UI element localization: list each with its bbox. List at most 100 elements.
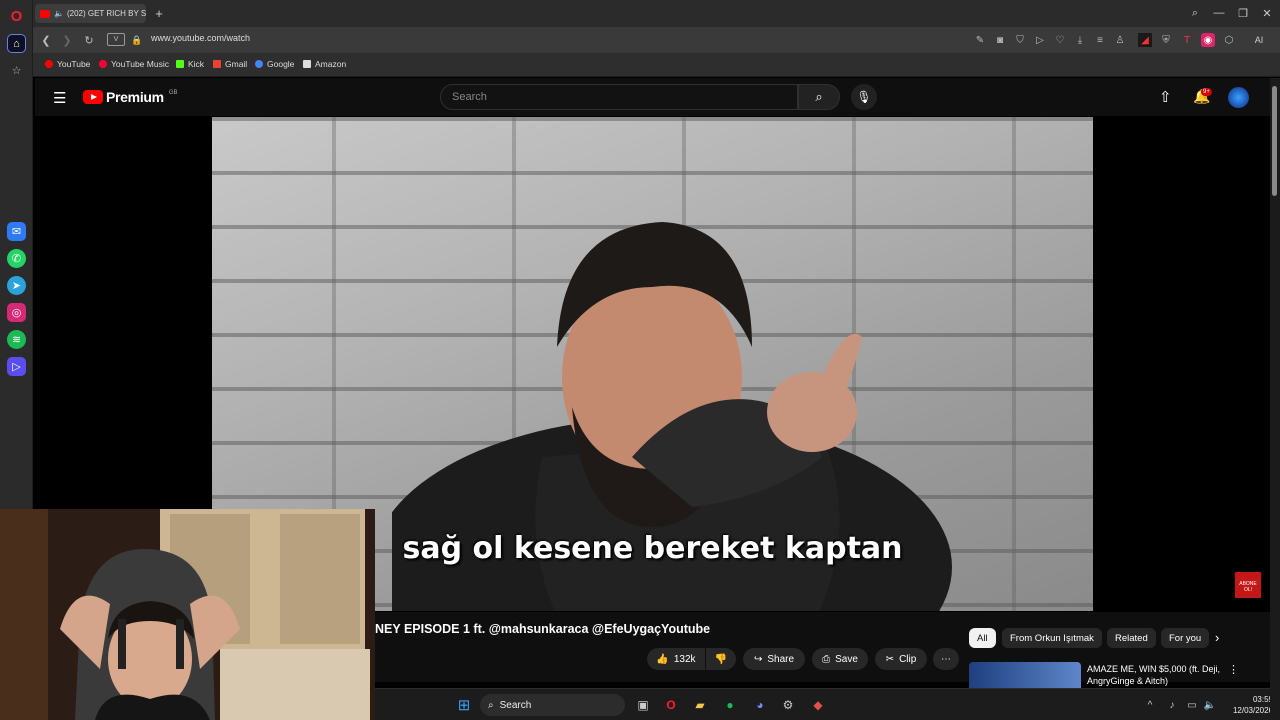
youtube-header: ☰ Premium GB Search ⌕ 🎙 ⇧ 🔔 9+: [35, 78, 1270, 116]
close-icon[interactable]: ✕: [1256, 4, 1278, 22]
avatar[interactable]: [1228, 87, 1249, 108]
download-icon[interactable]: ⤓: [1073, 33, 1087, 47]
telegram-icon[interactable]: ➤: [7, 276, 26, 295]
edit-icon[interactable]: ✎: [973, 33, 987, 47]
webcam-overlay: [0, 509, 375, 720]
chip-for-you[interactable]: For you: [1161, 628, 1210, 648]
upload-icon[interactable]: ⇧: [1159, 88, 1172, 106]
scrollbar-thumb[interactable]: [1272, 86, 1277, 196]
menu-icon[interactable]: ≡: [1093, 33, 1107, 47]
url-field[interactable]: www.youtube.com/watch: [151, 33, 250, 43]
system-clock[interactable]: 03:59 12/03/2026: [1225, 694, 1273, 716]
spotify-taskbar-icon[interactable]: ●: [721, 696, 739, 714]
kick-icon: [176, 60, 184, 68]
minimize-icon[interactable]: —: [1208, 4, 1230, 22]
extension-tp-icon[interactable]: T: [1180, 33, 1194, 47]
bookmark-label: Google: [267, 59, 295, 69]
whatsapp-icon[interactable]: ✆: [7, 249, 26, 268]
bookmark-label: Gmail: [225, 59, 248, 69]
extension-shield-icon[interactable]: ⛨: [1159, 33, 1173, 47]
discord-taskbar-icon[interactable]: ◕: [751, 696, 769, 714]
home-icon[interactable]: ⌂: [7, 34, 26, 53]
bookmark-gmail[interactable]: Gmail: [213, 59, 247, 69]
instagram-icon[interactable]: ◎: [7, 303, 26, 322]
settings-taskbar-icon[interactable]: ⚙: [779, 696, 797, 714]
new-tab-icon[interactable]: +: [148, 4, 170, 22]
save-button[interactable]: ⎙ Save: [812, 648, 868, 670]
address-bar: ❮ ❯ ↻ V 🔒 www.youtube.com/watch ✎ ◙ ⛉ ▷ …: [33, 27, 1280, 53]
recommended-menu-icon[interactable]: ⋮: [1228, 663, 1239, 676]
google-icon: [255, 60, 263, 68]
recommended-title[interactable]: AMAZE ME, WIN $5,000 (ft. Deji, AngryGin…: [1087, 663, 1227, 687]
star-icon[interactable]: ☆: [7, 61, 26, 80]
notification-badge: 9+: [1201, 88, 1212, 96]
bookmark-youtube[interactable]: YouTube: [45, 59, 90, 69]
extension-pink-icon[interactable]: ◉: [1201, 33, 1215, 47]
clock-time: 03:59: [1252, 695, 1273, 704]
like-button[interactable]: 👍 132k: [647, 648, 705, 670]
logo-text: Premium: [106, 89, 164, 105]
subscribe-watermark[interactable]: ABONE OL!: [1235, 572, 1261, 598]
opera-logo-icon[interactable]: O: [7, 7, 26, 26]
country-code: GB: [168, 90, 178, 96]
chip-related[interactable]: Related: [1107, 628, 1156, 648]
clip-button[interactable]: ✂ Clip: [875, 648, 927, 670]
bookmark-label: YouTube: [57, 59, 91, 69]
restore-icon[interactable]: ❐: [1232, 4, 1254, 22]
bookmark-label: YouTube Music: [111, 59, 169, 69]
player-icon[interactable]: ▷: [7, 357, 26, 376]
camera-icon[interactable]: ◙: [993, 33, 1007, 47]
file-explorer-icon[interactable]: ▰: [691, 696, 709, 714]
chevron-right-icon[interactable]: ›: [1215, 630, 1219, 645]
search-button[interactable]: ⌕: [798, 84, 840, 110]
tab-youtube[interactable]: 🔈 (202) GET RICH BY SE: [35, 4, 146, 23]
youtube-premium-logo[interactable]: Premium GB: [83, 89, 177, 105]
extension-red-icon[interactable]: ◢: [1138, 33, 1152, 47]
bookmark-icon: ⎙: [822, 653, 831, 665]
search-tabs-icon[interactable]: ⌕: [1184, 4, 1206, 22]
more-actions-button[interactable]: ⋯: [933, 648, 959, 670]
microphone-icon[interactable]: ♪: [1163, 696, 1181, 714]
play-icon[interactable]: ▷: [1033, 33, 1047, 47]
scissors-icon: ✂: [885, 653, 895, 665]
dislike-button[interactable]: 👎: [706, 648, 736, 670]
volume-icon[interactable]: 🔈: [1201, 696, 1219, 714]
display-icon[interactable]: ▭: [1183, 696, 1201, 714]
recommended-thumbnail[interactable]: [969, 662, 1081, 690]
ai-button[interactable]: AI: [1245, 33, 1273, 47]
chip-all[interactable]: All: [969, 628, 996, 648]
messenger-icon[interactable]: ✉: [7, 222, 26, 241]
bookmark-kick[interactable]: Kick: [176, 59, 204, 69]
bookmark-amazon[interactable]: Amazon: [303, 59, 346, 69]
hamburger-menu-icon[interactable]: ☰: [53, 89, 66, 107]
tab-title: (202) GET RICH BY SE: [66, 9, 146, 18]
spotify-icon[interactable]: ≋: [7, 330, 26, 349]
extensions-icon[interactable]: ⬡: [1222, 33, 1236, 47]
forward-icon[interactable]: ❯: [59, 32, 75, 48]
share-button[interactable]: ↪ Share: [743, 648, 805, 670]
chip-from-channel[interactable]: From Orkun Işıtmak: [1002, 628, 1102, 648]
opera-taskbar-icon[interactable]: O: [662, 696, 680, 714]
voice-search-button[interactable]: 🎙: [851, 84, 877, 110]
bookmark-label: Amazon: [315, 59, 347, 69]
heart-icon[interactable]: ♡: [1053, 33, 1067, 47]
back-icon[interactable]: ❮: [38, 32, 54, 48]
windows-start-icon[interactable]: ⊞: [455, 696, 473, 714]
taskbar-search[interactable]: ⌕ Search: [480, 694, 625, 716]
tab-strip: 🔈 (202) GET RICH BY SE + ⌕ — ❐ ✕: [33, 0, 1280, 27]
page-scrollbar[interactable]: [1270, 78, 1280, 720]
profile-icon[interactable]: ♙: [1113, 33, 1127, 47]
reload-icon[interactable]: ↻: [81, 32, 97, 48]
search-input[interactable]: Search: [440, 84, 798, 110]
shield-icon[interactable]: ⛉: [1013, 33, 1027, 47]
youtube-favicon-icon: [40, 9, 50, 18]
task-view-icon[interactable]: ▣: [634, 696, 652, 714]
app-taskbar-icon[interactable]: ◆: [809, 696, 827, 714]
bookmark-youtube-music[interactable]: YouTube Music: [99, 59, 169, 69]
lock-icon[interactable]: 🔒: [129, 32, 145, 48]
vpn-badge[interactable]: V: [107, 33, 125, 46]
bookmark-label: Kick: [188, 59, 205, 69]
bookmark-google[interactable]: Google: [255, 59, 294, 69]
save-label: Save: [835, 653, 858, 665]
chevron-up-icon[interactable]: ^: [1141, 696, 1159, 714]
